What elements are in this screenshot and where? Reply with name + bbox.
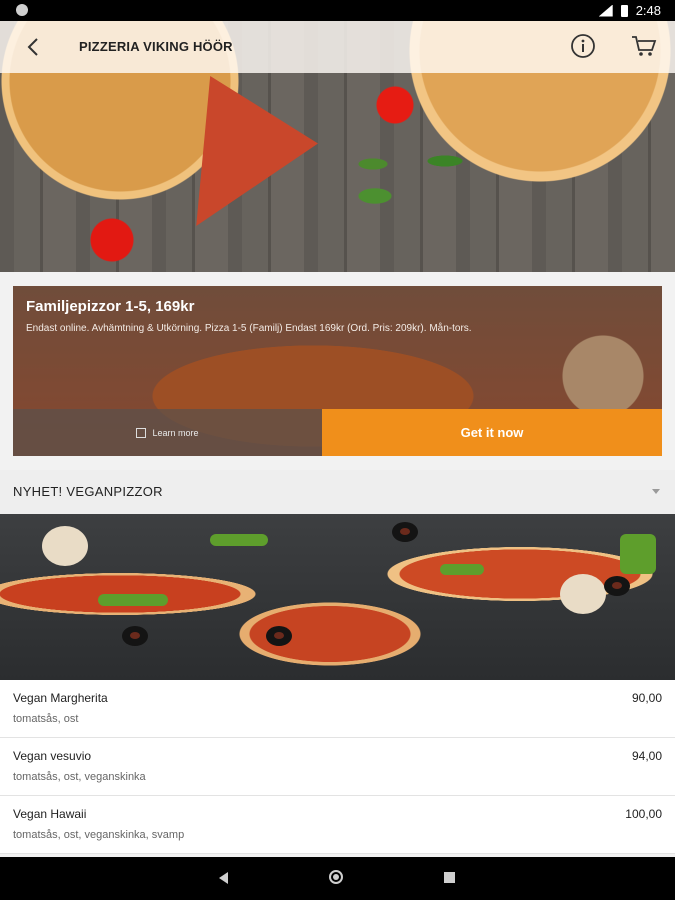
olive-topping [392, 522, 418, 542]
cart-icon[interactable] [630, 33, 658, 59]
menu-item-price: 94,00 [631, 749, 662, 763]
status-time: 2:48 [635, 3, 661, 18]
pepper-topping [210, 534, 268, 546]
system-nav-bar [0, 857, 675, 900]
learn-more-label: Learn more [152, 427, 199, 438]
olive-topping [122, 626, 148, 646]
battery-icon [620, 4, 628, 17]
menu-item-name: Vegan vesuvio [13, 749, 92, 763]
pizza-slice-image [196, 76, 318, 226]
signal-icon [598, 4, 613, 17]
menu-item-description: tomatsås, ost, veganskinka, svamp [13, 829, 185, 841]
pepper-topping [440, 564, 484, 575]
pepper-topping [98, 594, 168, 606]
category-header[interactable]: NYHET! VEGANPIZZOR [0, 470, 675, 514]
restaurant-title: PIZZERIA VIKING HÖÖR [79, 39, 233, 54]
get-it-now-button[interactable]: Get it now [322, 409, 662, 456]
menu-item-description: tomatsås, ost [13, 713, 79, 725]
menu-item-description: tomatsås, ost, veganskinka [13, 771, 146, 783]
chevron-down-icon [652, 489, 660, 494]
status-icons: 2:48 [598, 3, 661, 18]
promo-title: Familjepizzor 1-5, 169kr [26, 298, 195, 315]
learn-more-button[interactable]: Learn more [13, 409, 322, 456]
olive-topping [604, 576, 630, 596]
nav-back-icon[interactable] [219, 872, 228, 884]
expand-icon [136, 427, 147, 438]
mushroom-topping [560, 574, 606, 614]
menu-item-name: Vegan Margherita [13, 691, 108, 705]
menu-item-price: 90,00 [631, 691, 662, 705]
mushroom-topping [42, 526, 88, 566]
promo-card[interactable]: Familjepizzor 1-5, 169kr Endast online. … [13, 286, 662, 456]
menu-list: Vegan Margherita tomatsås, ost 90,00 Veg… [0, 680, 675, 854]
status-bar: 2:48 [0, 0, 675, 21]
back-arrow-icon[interactable] [22, 35, 46, 59]
menu-item[interactable]: Vegan Margherita tomatsås, ost 90,00 [0, 680, 675, 738]
notification-icon [16, 4, 28, 16]
pepper-topping [620, 534, 656, 574]
menu-item-name: Vegan Hawaii [13, 807, 87, 821]
menu-item-price: 100,00 [625, 807, 662, 821]
category-image [0, 514, 675, 680]
menu-item[interactable]: Vegan Hawaii tomatsås, ost, veganskinka,… [0, 796, 675, 854]
olive-topping [266, 626, 292, 646]
info-icon[interactable] [570, 33, 596, 59]
menu-item[interactable]: Vegan vesuvio tomatsås, ost, veganskinka… [0, 738, 675, 796]
category-label: NYHET! VEGANPIZZOR [13, 484, 163, 499]
app-bar: PIZZERIA VIKING HÖÖR [0, 21, 675, 73]
nav-recents-icon[interactable] [444, 872, 455, 883]
nav-home-icon[interactable] [329, 870, 343, 884]
promo-description: Endast online. Avhämtning & Utkörning. P… [26, 323, 472, 334]
